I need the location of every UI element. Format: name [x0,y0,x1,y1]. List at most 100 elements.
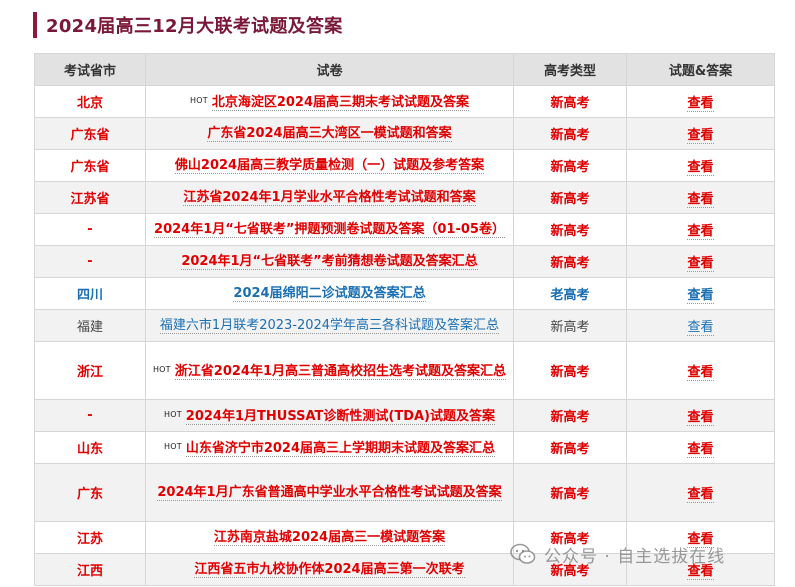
paper-cell: HOT 2024年1月THUSSAT诊断性测试(TDA)试题及答案 [145,399,514,432]
province-label: 浙江 [76,365,103,380]
province-label: 四川 [76,288,103,303]
exam-type-cell: 新高考 [513,399,627,432]
province-label: 广东省 [70,128,110,143]
paper-link[interactable]: 2024届绵阳二诊试题及答案汇总 [233,285,426,302]
paper-link[interactable]: 佛山2024届高三教学质量检测（一）试题及参考答案 [174,157,485,174]
table-row: 浙江 HOT 浙江省2024年1月高三普通高校招生选考试题及答案汇总 新高考 查看 [34,341,775,400]
watermark-text: 公众号 · 自主选拔在线 [544,546,726,567]
table-header-row: 考试省市 试卷 高考类型 试题&答案 [34,53,775,86]
exam-type-cell: 新高考 [513,181,627,214]
table-body: 北京 HOT 北京海淀区2024届高三期末考试试题及答案 新高考 查看 广东省 广东省202… [34,85,775,586]
table-row: - 2024年1月“七省联考”考前猜想卷试题及答案汇总 新高考 查看 [34,245,775,278]
page-title: 2024届高三12月大联考试题及答案 [46,16,343,37]
view-link[interactable]: 查看 [687,256,714,272]
view-link[interactable]: 查看 [687,192,714,208]
view-cell: 查看 [626,181,775,214]
paper-link[interactable]: 2024年1月“七省联考”考前猜想卷试题及答案汇总 [181,253,478,270]
paper-link[interactable]: 山东省济宁市2024届高三上学期期末试题及答案汇总 [185,440,495,457]
wechat-icon [510,543,536,564]
view-cell: 查看 [626,245,775,278]
exam-type-cell: 新高考 [513,85,627,118]
view-cell: 查看 [626,431,775,464]
province-cell: 北京 [34,85,146,118]
paper-cell: 广东省2024届高三大湾区一模试题和答案 [145,117,514,150]
view-cell: 查看 [626,149,775,182]
paper-cell: HOT 山东省济宁市2024届高三上学期期末试题及答案汇总 [145,431,514,464]
table-row: 广东省 广东省2024届高三大湾区一模试题和答案 新高考 查看 [34,117,775,150]
view-link[interactable]: 查看 [687,224,714,240]
province-cell: 浙江 [34,341,146,400]
exam-type-cell: 新高考 [513,149,627,182]
view-cell: 查看 [626,213,775,246]
exam-type-label: 新高考 [550,224,590,239]
view-cell: 查看 [626,463,775,522]
view-link[interactable]: 查看 [687,487,714,503]
province-cell: - [34,213,146,246]
province-label: 广东省 [70,160,110,175]
province-label: - [87,408,93,423]
paper-link[interactable]: 江苏南京盐城2024届高三一模试题答案 [213,529,446,546]
province-label: 广东 [76,487,103,502]
province-cell: 四川 [34,277,146,310]
view-link[interactable]: 查看 [687,288,714,304]
table-row: 江苏省 江苏省2024年1月学业水平合格性考试试题和答案 新高考 查看 [34,181,775,214]
view-cell: 查看 [626,309,775,342]
exam-type-cell: 新高考 [513,245,627,278]
exam-type-label: 老高考 [550,288,590,303]
paper-cell: 江苏省2024年1月学业水平合格性考试试题和答案 [145,181,514,214]
exam-type-cell: 新高考 [513,431,627,464]
hot-badge: HOT [164,441,182,451]
table-row: 福建 福建六市1月联考2023-2024学年高三各科试题及答案汇总 新高考 查看 [34,309,775,342]
page-title-bar: 2024届高三12月大联考试题及答案 [33,12,343,38]
province-label: 北京 [76,96,103,111]
paper-link[interactable]: 广东省2024届高三大湾区一模试题和答案 [207,125,452,142]
exam-type-label: 新高考 [550,410,590,425]
view-link[interactable]: 查看 [687,160,714,176]
view-link[interactable]: 查看 [687,410,714,426]
paper-cell: 2024年1月“七省联考”押题预测卷试题及答案（01-05卷） [145,213,514,246]
hot-badge: HOT [190,95,208,105]
watermark: 公众号 · 自主选拔在线 [510,541,725,567]
paper-link[interactable]: 江西省五市九校协作体2024届高三第一次联考 [194,561,465,578]
province-cell: 广东 [34,463,146,522]
province-cell: - [34,245,146,278]
exam-type-label: 新高考 [550,96,590,111]
view-link[interactable]: 查看 [687,320,714,336]
paper-link[interactable]: 2024年1月THUSSAT诊断性测试(TDA)试题及答案 [185,408,495,425]
view-link[interactable]: 查看 [687,96,714,112]
province-cell: 广东省 [34,149,146,182]
province-label: - [87,254,93,269]
view-cell: 查看 [626,341,775,400]
view-link[interactable]: 查看 [687,442,714,458]
exam-type-cell: 新高考 [513,341,627,400]
paper-link[interactable]: 2024年1月“七省联考”押题预测卷试题及答案（01-05卷） [154,221,505,238]
province-label: 江苏省 [70,192,110,207]
view-cell: 查看 [626,85,775,118]
province-cell: 山东 [34,431,146,464]
paper-link[interactable]: 福建六市1月联考2023-2024学年高三各科试题及答案汇总 [159,317,500,334]
view-cell: 查看 [626,399,775,432]
paper-cell: HOT 北京海淀区2024届高三期末考试试题及答案 [145,85,514,118]
paper-link[interactable]: 北京海淀区2024届高三期末考试试题及答案 [211,94,469,111]
view-link[interactable]: 查看 [687,128,714,144]
exam-type-label: 新高考 [550,160,590,175]
province-label: 江苏 [76,532,103,547]
exam-type-label: 新高考 [550,256,590,271]
province-label: 福建 [76,320,103,335]
province-cell: 江苏省 [34,181,146,214]
paper-link[interactable]: 浙江省2024年1月高三普通高校招生选考试题及答案汇总 [174,363,507,380]
paper-cell: 江西省五市九校协作体2024届高三第一次联考 [145,553,514,586]
province-cell: 江西 [34,553,146,586]
paper-link[interactable]: 江苏省2024年1月学业水平合格性考试试题和答案 [183,189,476,206]
paper-cell: 2024年1月广东省普通高中学业水平合格性考试试题及答案 [145,463,514,522]
paper-cell: 佛山2024届高三教学质量检测（一）试题及参考答案 [145,149,514,182]
exam-type-cell: 新高考 [513,117,627,150]
exam-type-label: 新高考 [550,487,590,502]
paper-link[interactable]: 2024年1月广东省普通高中学业水平合格性考试试题及答案 [157,484,502,501]
province-cell: - [34,399,146,432]
exam-type-label: 新高考 [550,192,590,207]
exam-type-cell: 新高考 [513,463,627,522]
view-link[interactable]: 查看 [687,365,714,381]
exam-type-cell: 新高考 [513,213,627,246]
table-row: 广东省 佛山2024届高三教学质量检测（一）试题及参考答案 新高考 查看 [34,149,775,182]
